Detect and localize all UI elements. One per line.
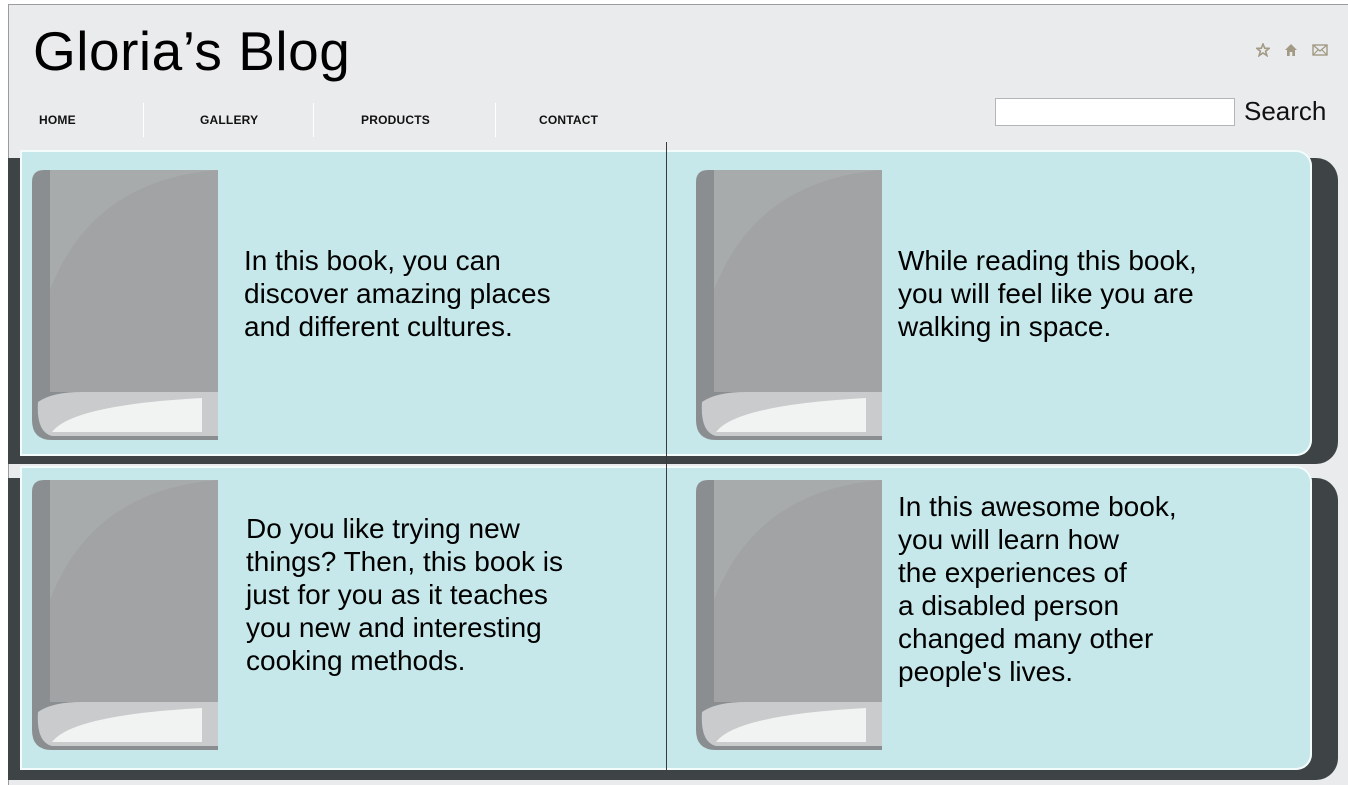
nav-divider	[313, 103, 314, 137]
nav-contact[interactable]: CONTACT	[539, 103, 598, 137]
book-icon	[32, 170, 218, 440]
book-icon	[696, 170, 882, 440]
book-description: In this awesome book, you will learn how…	[898, 491, 1177, 687]
home-icon[interactable]	[1284, 43, 1298, 57]
book-description: Do you like trying new things? Then, thi…	[246, 513, 564, 676]
nav-home[interactable]: HOME	[39, 103, 76, 137]
mail-icon[interactable]	[1312, 43, 1328, 57]
search-input[interactable]	[995, 98, 1235, 126]
search-button[interactable]: Search	[1244, 96, 1326, 126]
star-icon[interactable]	[1256, 43, 1270, 57]
book-icon	[696, 480, 882, 750]
nav-divider	[495, 103, 496, 137]
book-icon	[32, 480, 218, 750]
blog-title: Gloria’s Blog	[33, 20, 351, 82]
book-description: In this book, you can discover amazing p…	[244, 245, 551, 342]
nav-products[interactable]: PRODUCTS	[361, 103, 430, 137]
top-icons	[1256, 43, 1328, 57]
nav-gallery[interactable]: GALLERY	[200, 103, 258, 137]
column-divider	[666, 142, 667, 770]
nav-divider	[143, 103, 144, 137]
book-description: While reading this book, you will feel l…	[898, 245, 1197, 342]
